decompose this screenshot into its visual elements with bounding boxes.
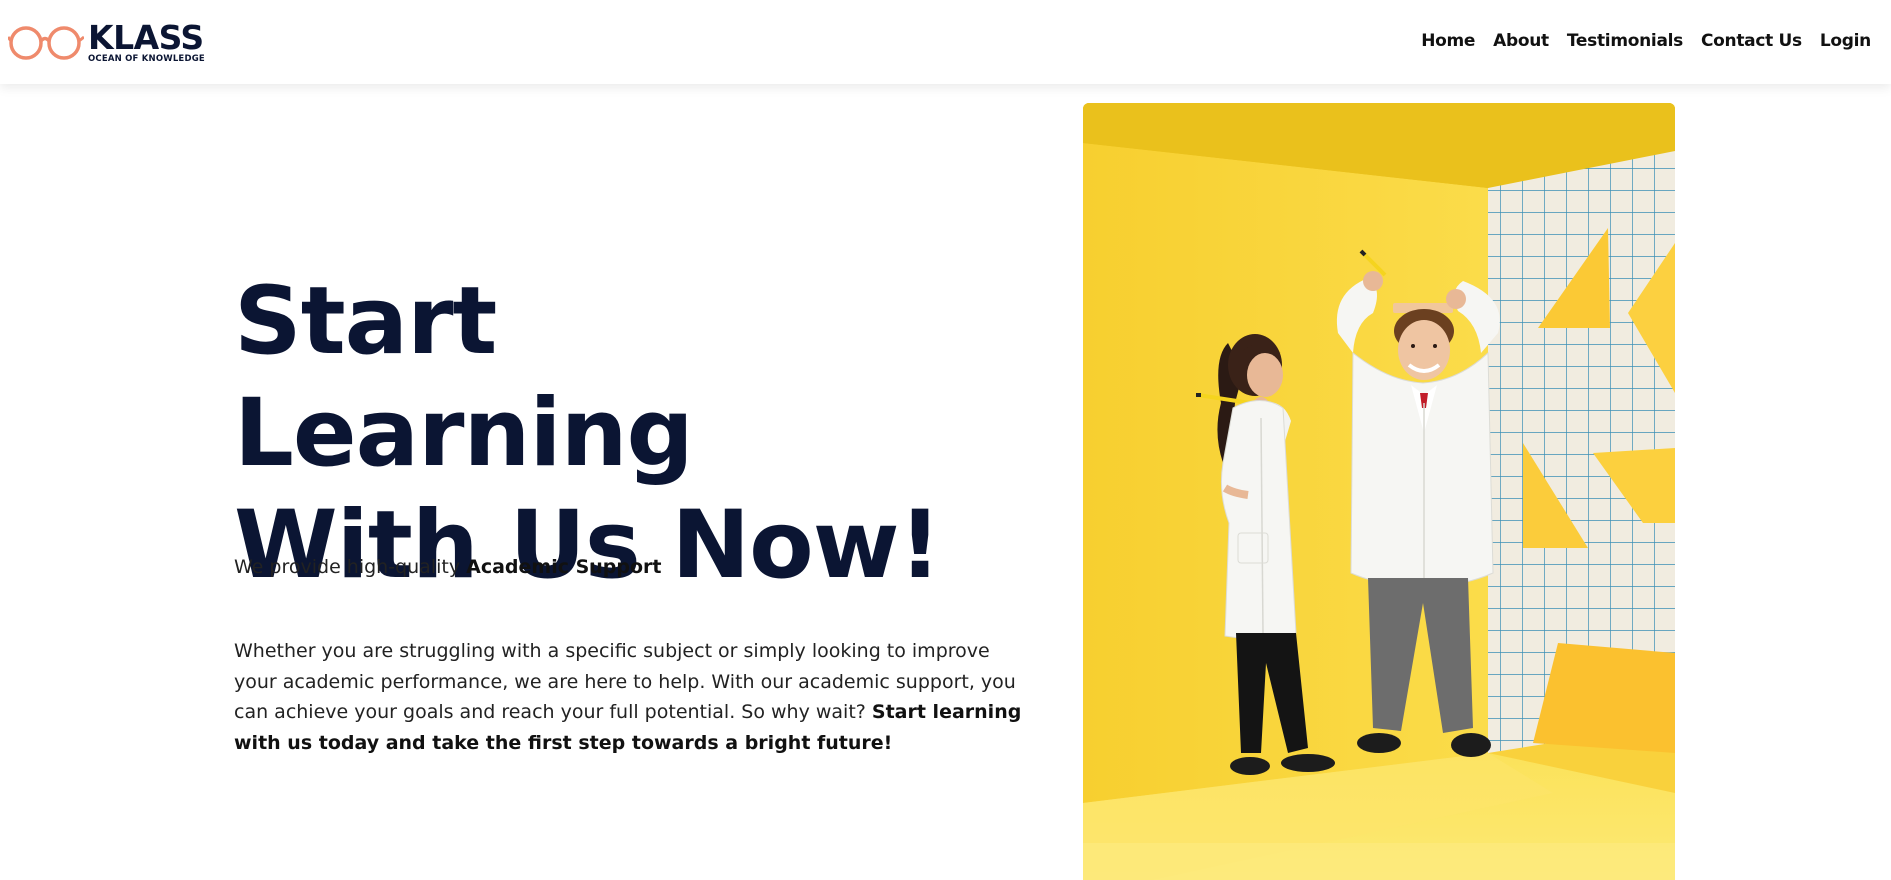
- hero-intro-bold: Academic Support: [466, 556, 662, 578]
- nav-home[interactable]: Home: [1421, 27, 1475, 55]
- hero-title-line-1: Start Learning: [234, 267, 694, 488]
- hero-description: Whether you are struggling with a specif…: [234, 636, 1034, 758]
- hero-intro-prefix: We provide high-quality: [234, 556, 467, 578]
- brand-tagline: OCEAN OF KNOWLEDGE: [88, 54, 205, 64]
- brand-logo[interactable]: KLASS OCEAN OF KNOWLEDGE: [8, 21, 207, 67]
- nav-about[interactable]: About: [1493, 27, 1549, 55]
- nav-login[interactable]: Login: [1820, 27, 1871, 55]
- kids-in-lab-coats-illustration: [1083, 103, 1675, 880]
- nav-testimonials[interactable]: Testimonials: [1567, 27, 1683, 55]
- hero-image: [1083, 103, 1675, 880]
- nav-contact-us[interactable]: Contact Us: [1701, 27, 1802, 55]
- brand-name: KLASS: [88, 18, 204, 57]
- hero-title-line-2: With Us Now!: [234, 491, 941, 600]
- main-nav: Home About Testimonials Contact Us Login: [1421, 27, 1871, 55]
- glasses-icon: [8, 26, 84, 60]
- navbar: KLASS OCEAN OF KNOWLEDGE Home About Test…: [0, 0, 1891, 84]
- hero-intro: We provide high-quality Academic Support: [234, 552, 662, 582]
